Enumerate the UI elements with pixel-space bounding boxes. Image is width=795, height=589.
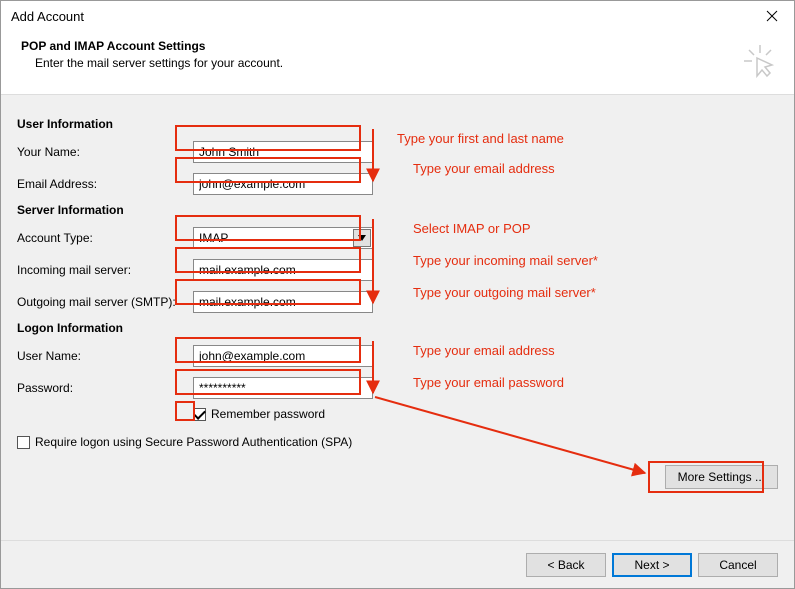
label-incoming: Incoming mail server: <box>17 263 193 277</box>
remember-password-label: Remember password <box>211 407 325 421</box>
account-type-value: IMAP <box>199 231 228 245</box>
your-name-input[interactable] <box>193 141 373 163</box>
label-outgoing: Outgoing mail server (SMTP): <box>17 295 193 309</box>
header: POP and IMAP Account Settings Enter the … <box>1 31 794 95</box>
close-button[interactable] <box>749 1 794 31</box>
label-email: Email Address: <box>17 177 193 191</box>
section-server-info: Server Information <box>17 203 778 217</box>
spa-label: Require logon using Secure Password Auth… <box>35 435 352 449</box>
spa-checkbox[interactable] <box>17 436 30 449</box>
next-button[interactable]: Next > <box>612 553 692 577</box>
titlebar: Add Account <box>1 1 794 31</box>
more-settings-button[interactable]: More Settings ... <box>665 465 778 489</box>
cancel-label: Cancel <box>719 558 756 572</box>
header-title: POP and IMAP Account Settings <box>21 39 283 53</box>
close-icon <box>766 10 778 22</box>
chevron-down-icon <box>353 229 371 247</box>
password-input[interactable] <box>193 377 373 399</box>
header-cursor-icon <box>742 43 778 82</box>
window-title: Add Account <box>11 9 84 24</box>
account-type-select[interactable]: IMAP <box>193 227 373 249</box>
section-user-info: User Information <box>17 117 778 131</box>
next-label: Next > <box>634 558 669 572</box>
header-subtitle: Enter the mail server settings for your … <box>21 56 283 70</box>
back-button[interactable]: < Back <box>526 553 606 577</box>
username-input[interactable] <box>193 345 373 367</box>
label-password: Password: <box>17 381 193 395</box>
back-label: < Back <box>547 558 584 572</box>
remember-password-checkbox[interactable] <box>193 408 206 421</box>
cancel-button[interactable]: Cancel <box>698 553 778 577</box>
dialog-body: User Information Your Name: Email Addres… <box>1 95 794 540</box>
highlight-remember <box>175 401 195 421</box>
footer: < Back Next > Cancel <box>1 540 794 588</box>
incoming-server-input[interactable] <box>193 259 373 281</box>
section-logon-info: Logon Information <box>17 321 778 335</box>
more-settings-label: More Settings ... <box>678 470 765 484</box>
label-username: User Name: <box>17 349 193 363</box>
email-input[interactable] <box>193 173 373 195</box>
outgoing-server-input[interactable] <box>193 291 373 313</box>
add-account-window: Add Account POP and IMAP Account Setting… <box>0 0 795 589</box>
label-your-name: Your Name: <box>17 145 193 159</box>
label-account-type: Account Type: <box>17 231 193 245</box>
